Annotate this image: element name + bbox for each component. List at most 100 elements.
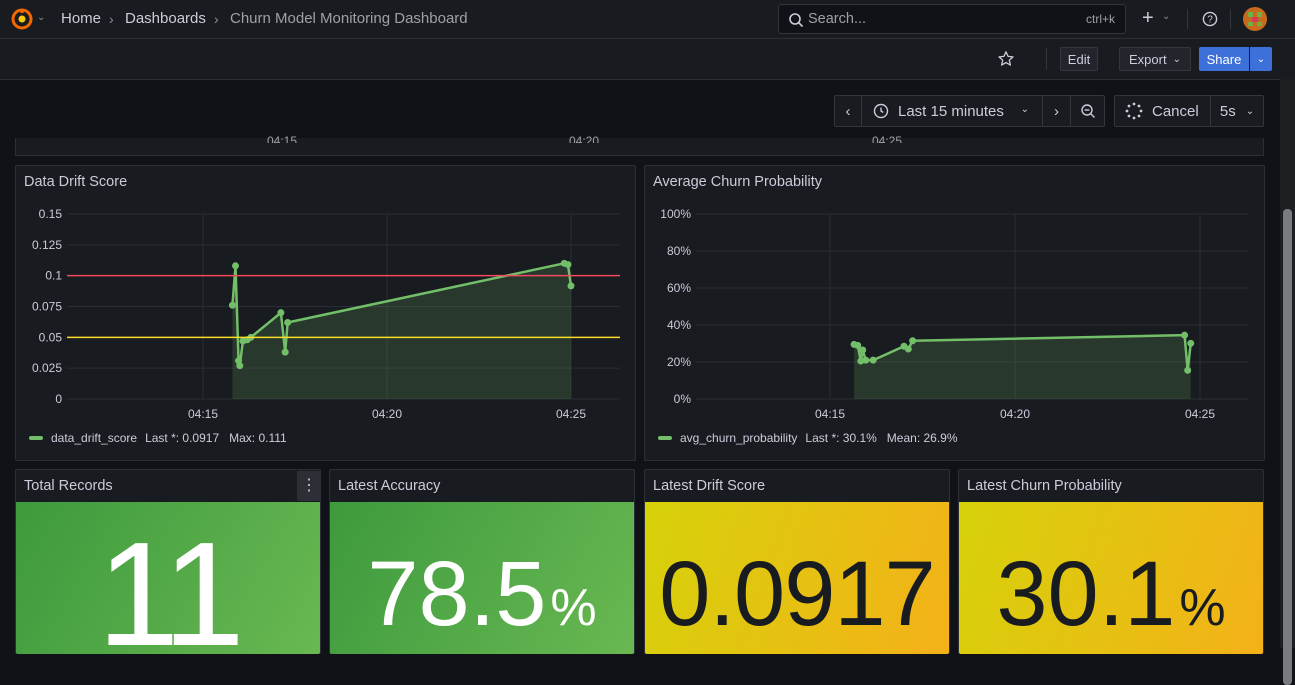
legend-swatch bbox=[658, 436, 672, 440]
time-range-label: Last 15 minutes bbox=[898, 102, 1004, 120]
y-tick-label: 60% bbox=[667, 281, 691, 295]
divider bbox=[1046, 48, 1047, 70]
star-icon[interactable] bbox=[997, 50, 1015, 68]
divider bbox=[1230, 9, 1231, 29]
breadcrumb-dashboards[interactable]: Dashboards bbox=[125, 10, 206, 27]
y-tick-label: 0.125 bbox=[32, 238, 62, 252]
chevron-down-icon: ⌄ bbox=[1172, 53, 1181, 65]
stat-background: 30.1% bbox=[959, 502, 1263, 654]
data-point bbox=[1187, 339, 1195, 347]
search-shortcut: ctrl+k bbox=[1086, 12, 1116, 26]
svg-text:?: ? bbox=[1207, 15, 1213, 26]
chevron-down-icon[interactable]: ⌄ bbox=[1162, 11, 1170, 22]
refresh-interval-picker[interactable]: 5s ⌄ bbox=[1210, 95, 1264, 127]
plus-icon[interactable]: + bbox=[1142, 7, 1154, 30]
panel-title: Data Drift Score bbox=[24, 174, 128, 190]
chevron-right-icon: › bbox=[1054, 102, 1059, 120]
time-range-forward-button[interactable]: › bbox=[1042, 95, 1071, 127]
legend-stats: Last *: 0.0917 Max: 0.111 bbox=[145, 431, 287, 445]
stat-value: 11 bbox=[97, 512, 245, 654]
zoom-out-icon bbox=[1080, 104, 1095, 118]
legend-series-name: data_drift_score bbox=[51, 431, 138, 445]
y-tick-label: 0.075 bbox=[32, 300, 62, 314]
latest-accuracy-panel: Latest Accuracy 78.5% bbox=[329, 469, 635, 654]
x-tick-label: 04:15 bbox=[188, 407, 218, 421]
data-point bbox=[869, 356, 877, 364]
legend-stats: Last *: 30.1% Mean: 26.9% bbox=[805, 431, 958, 445]
grafana-logo-icon[interactable] bbox=[10, 7, 34, 31]
y-tick-label: 0.15 bbox=[39, 207, 63, 221]
x-tick-label: 04:20 bbox=[1000, 407, 1030, 421]
data-point bbox=[277, 309, 285, 317]
data-point bbox=[904, 345, 912, 353]
data-point bbox=[1184, 366, 1192, 374]
y-tick-label: 0 bbox=[55, 392, 62, 406]
x-tick-label: 04:25 bbox=[556, 407, 586, 421]
churn-chart: 0% 20% 40% 60% 80% 100% 04:15 04:20 04:25 bbox=[660, 207, 1248, 421]
cancel-refresh-button[interactable]: Cancel bbox=[1114, 95, 1211, 127]
share-button[interactable]: Share bbox=[1199, 47, 1249, 71]
share-menu-button[interactable]: ⌄ bbox=[1250, 47, 1272, 71]
help-icon[interactable]: ? bbox=[1202, 11, 1218, 27]
chevron-down-icon: ⌄ bbox=[1245, 105, 1255, 117]
y-tick-label: 0% bbox=[674, 392, 692, 406]
chevron-down-icon[interactable]: ⌄ bbox=[37, 12, 45, 23]
panel-title: Total Records bbox=[24, 478, 113, 494]
time-range-picker[interactable]: Last 15 minutes ⌄ bbox=[861, 95, 1043, 127]
stat-value: 30.1 bbox=[996, 543, 1176, 645]
y-tick-label: 100% bbox=[660, 207, 691, 221]
scrollbar-track[interactable] bbox=[1280, 79, 1295, 685]
search-input[interactable]: Search... ctrl+k bbox=[778, 4, 1126, 34]
x-tick-label: 04:20 bbox=[372, 407, 402, 421]
previous-panel-bottom bbox=[15, 138, 1264, 156]
legend-swatch bbox=[29, 436, 43, 440]
breadcrumb-current: Churn Model Monitoring Dashboard bbox=[230, 10, 468, 27]
edit-button[interactable]: Edit bbox=[1060, 47, 1098, 71]
stat-value: 0.0917 bbox=[659, 543, 935, 645]
data-point bbox=[909, 337, 917, 345]
panel-title: Latest Drift Score bbox=[653, 478, 766, 494]
avatar[interactable] bbox=[1243, 7, 1267, 31]
search-icon bbox=[789, 13, 804, 28]
cancel-label: Cancel bbox=[1152, 102, 1199, 120]
stat-value: 78.5 bbox=[367, 543, 547, 645]
breadcrumb-home[interactable]: Home bbox=[61, 10, 101, 27]
latest-churn-probability-panel: Latest Churn Probability 30.1% bbox=[958, 469, 1264, 654]
y-tick-label: 0.025 bbox=[32, 361, 62, 375]
data-point bbox=[567, 282, 575, 290]
chevron-down-icon: ⌄ bbox=[1256, 53, 1266, 65]
data-point bbox=[859, 346, 867, 354]
stat-background: 0.0917 bbox=[645, 502, 949, 654]
legend-item[interactable]: data_drift_score Last *: 0.0917 Max: 0.1… bbox=[29, 431, 287, 445]
data-point bbox=[236, 362, 244, 370]
y-tick-label: 0.1 bbox=[45, 269, 62, 283]
stat-value-wrapper: 30.1% bbox=[959, 542, 1263, 647]
divider bbox=[1187, 9, 1188, 29]
stat-background: 78.5% bbox=[330, 502, 634, 654]
previous-panel-tick: 04:15 bbox=[267, 134, 298, 143]
previous-panel-tick: 04:20 bbox=[569, 134, 600, 143]
data-point bbox=[564, 261, 572, 269]
data-point bbox=[862, 356, 870, 364]
time-range-back-button[interactable]: ‹ bbox=[834, 95, 862, 127]
export-label: Export bbox=[1129, 51, 1167, 67]
breadcrumb-separator: › bbox=[109, 11, 114, 27]
x-tick-label: 04:25 bbox=[1185, 407, 1215, 421]
chevron-left-icon: ‹ bbox=[845, 102, 851, 120]
stat-value-wrapper: 78.5% bbox=[330, 542, 634, 647]
panel-title: Latest Accuracy bbox=[338, 478, 441, 494]
total-records-panel: Total Records ⋮ 11 bbox=[15, 469, 321, 654]
panel-title: Latest Churn Probability bbox=[967, 478, 1122, 494]
legend-item[interactable]: avg_churn_probability Last *: 30.1% Mean… bbox=[658, 431, 958, 445]
scrollbar-thumb[interactable] bbox=[1283, 209, 1292, 685]
latest-drift-score-panel: Latest Drift Score 0.0917 bbox=[644, 469, 950, 654]
stat-unit: % bbox=[1179, 579, 1226, 637]
y-tick-label: 80% bbox=[667, 244, 691, 258]
export-button[interactable]: Export ⌄ bbox=[1119, 47, 1191, 71]
dashboard-toolbar bbox=[0, 39, 1295, 80]
data-point bbox=[281, 348, 289, 356]
zoom-out-button[interactable] bbox=[1070, 95, 1105, 127]
panel-menu-icon[interactable]: ⋮ bbox=[297, 471, 321, 501]
refresh-interval-label: 5s bbox=[1219, 102, 1236, 120]
churn-probability-panel: Average Churn Probability 0% 20% 40% 60% 80%… bbox=[644, 165, 1265, 461]
